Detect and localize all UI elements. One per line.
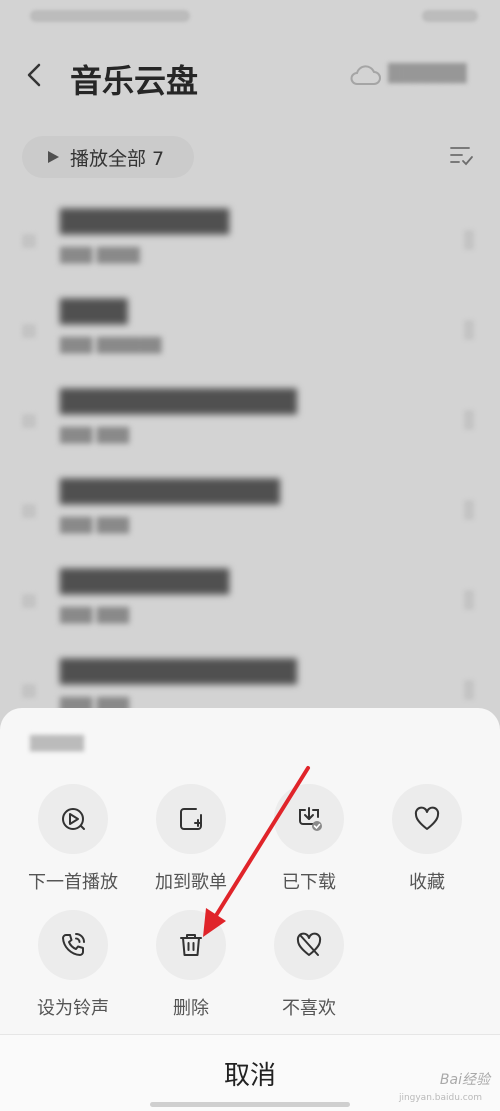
set-ringtone-label: 设为铃声	[37, 998, 109, 1019]
favorite-button[interactable]: 收藏	[367, 784, 487, 894]
play-next-icon	[38, 784, 108, 854]
play-next-label: 下一首播放	[28, 872, 118, 893]
favorite-label: 收藏	[409, 872, 445, 893]
downloaded-icon	[274, 784, 344, 854]
dislike-button[interactable]: 不喜欢	[249, 910, 369, 1020]
dislike-label: 不喜欢	[282, 998, 336, 1019]
cancel-bar: 取消 Bai经验 jingyan.baidu.com	[0, 1034, 500, 1111]
song-actions-sheet: █████ 下一首播放 加到歌单 已下载 收藏 设为铃声 删除 不喜欢 取消 B…	[0, 708, 500, 1111]
add-to-playlist-label: 加到歌单	[155, 872, 227, 893]
dislike-icon	[274, 910, 344, 980]
trash-icon	[156, 910, 226, 980]
ringtone-icon	[38, 910, 108, 980]
play-next-button[interactable]: 下一首播放	[13, 784, 133, 894]
home-indicator[interactable]	[150, 1102, 350, 1107]
set-ringtone-button[interactable]: 设为铃声	[13, 910, 133, 1020]
delete-button[interactable]: 删除	[131, 910, 251, 1020]
add-to-playlist-button[interactable]: 加到歌单	[131, 784, 251, 894]
add-to-playlist-icon	[156, 784, 226, 854]
downloaded-button[interactable]: 已下载	[249, 784, 369, 894]
delete-label: 删除	[173, 998, 209, 1019]
sheet-song-info: █████	[30, 736, 84, 752]
baidu-jingyan-watermark: Bai经验	[439, 1072, 490, 1088]
watermark-url: jingyan.baidu.com	[398, 1093, 482, 1103]
downloaded-label: 已下载	[282, 872, 336, 893]
heart-icon	[392, 784, 462, 854]
